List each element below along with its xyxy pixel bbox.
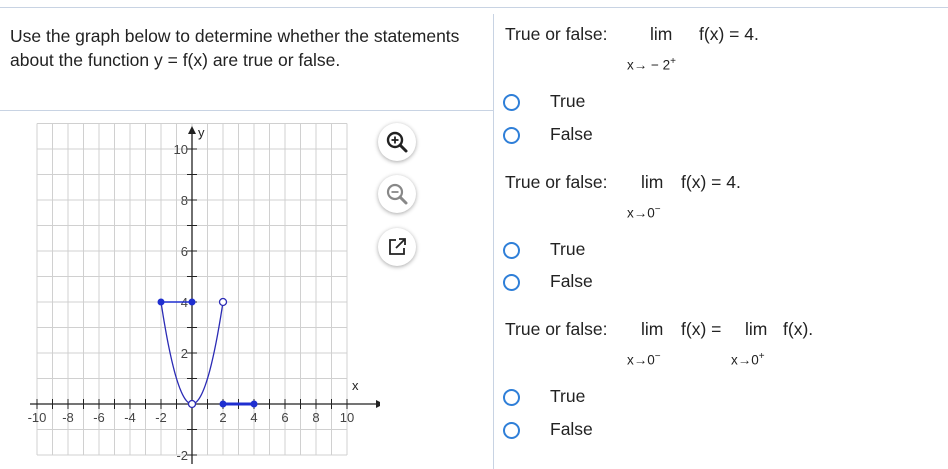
instructions-separator <box>0 110 493 111</box>
question-2-limit-subscript: x→0− <box>627 204 661 221</box>
question-1-limit-subscript: x→ − 2+ <box>627 56 676 73</box>
y-tick-label: 6 <box>181 244 188 259</box>
question-3-limit-subscript-left: x→0− <box>627 351 661 368</box>
question-3-expression: f(x) = <box>681 319 722 339</box>
question-3-prefix: True or false: <box>505 319 608 339</box>
option-label: False <box>550 124 593 144</box>
x-tick-label: 6 <box>281 410 288 425</box>
x-axis-label: x <box>352 378 359 393</box>
zoom-out-button[interactable] <box>378 175 416 213</box>
x-tick-label: -4 <box>124 410 136 425</box>
option-label: True <box>550 386 586 406</box>
radio-button[interactable] <box>503 94 520 111</box>
x-axis-arrow <box>376 400 380 408</box>
question-3-expression-right: f(x). <box>783 319 814 339</box>
radio-button[interactable] <box>503 274 520 291</box>
x-tick-label: 10 <box>340 410 354 425</box>
question-2-lim: lim <box>641 172 664 192</box>
question-3-lim: lim <box>641 319 664 339</box>
question-3-lim-right: lim <box>745 319 768 339</box>
x-tick-labels: -10 -8 -6 -4 -2 2 4 6 8 10 <box>28 410 355 425</box>
zoom-out-icon <box>386 183 408 205</box>
open-point <box>218 297 228 307</box>
option-label: False <box>550 419 593 439</box>
question-1-prefix: True or false: <box>505 24 608 44</box>
question-3-limit-subscript-right: x→0+ <box>731 351 765 368</box>
question-2-prefix: True or false: <box>505 172 608 192</box>
closed-point <box>157 298 165 306</box>
panel-divider <box>493 14 494 469</box>
option-label: True <box>550 239 586 259</box>
y-tick-label: -2 <box>176 448 188 463</box>
popout-button[interactable] <box>378 228 416 266</box>
top-border <box>0 7 948 8</box>
closed-point <box>250 400 258 408</box>
x-tick-label: 8 <box>312 410 319 425</box>
radio-button[interactable] <box>503 127 520 144</box>
question-1-expression: f(x) = 4. <box>699 24 759 44</box>
y-tick-label: 10 <box>174 142 188 157</box>
external-link-icon <box>389 238 406 255</box>
question-2-expression: f(x) = 4. <box>681 172 741 192</box>
zoom-in-icon <box>386 131 408 153</box>
y-tick-label: 2 <box>181 346 188 361</box>
instructions-text: Use the graph below to determine whether… <box>10 26 460 70</box>
x-tick-label: -2 <box>155 410 167 425</box>
y-tick-label: 8 <box>181 193 188 208</box>
radio-button[interactable] <box>503 242 520 259</box>
x-tick-label: -8 <box>62 410 74 425</box>
question-1-lim: lim <box>650 24 673 44</box>
radio-button[interactable] <box>503 422 520 439</box>
radio-button[interactable] <box>503 389 520 406</box>
option-label: False <box>550 271 593 291</box>
function-graph[interactable]: x y -10 -8 -6 -4 -2 2 4 6 8 10 10 8 6 4 2 -2 <box>0 112 380 469</box>
x-tick-label: -10 <box>28 410 47 425</box>
x-tick-label: 2 <box>219 410 226 425</box>
y-axis-label: y <box>198 125 205 140</box>
closed-point <box>219 400 227 408</box>
closed-point <box>188 298 196 306</box>
x-tick-label: 4 <box>250 410 257 425</box>
open-point <box>187 399 197 409</box>
y-axis-arrow <box>188 126 196 134</box>
x-tick-label: -6 <box>93 410 105 425</box>
graph-axes <box>30 126 380 464</box>
option-label: True <box>550 91 586 111</box>
zoom-in-button[interactable] <box>378 123 416 161</box>
